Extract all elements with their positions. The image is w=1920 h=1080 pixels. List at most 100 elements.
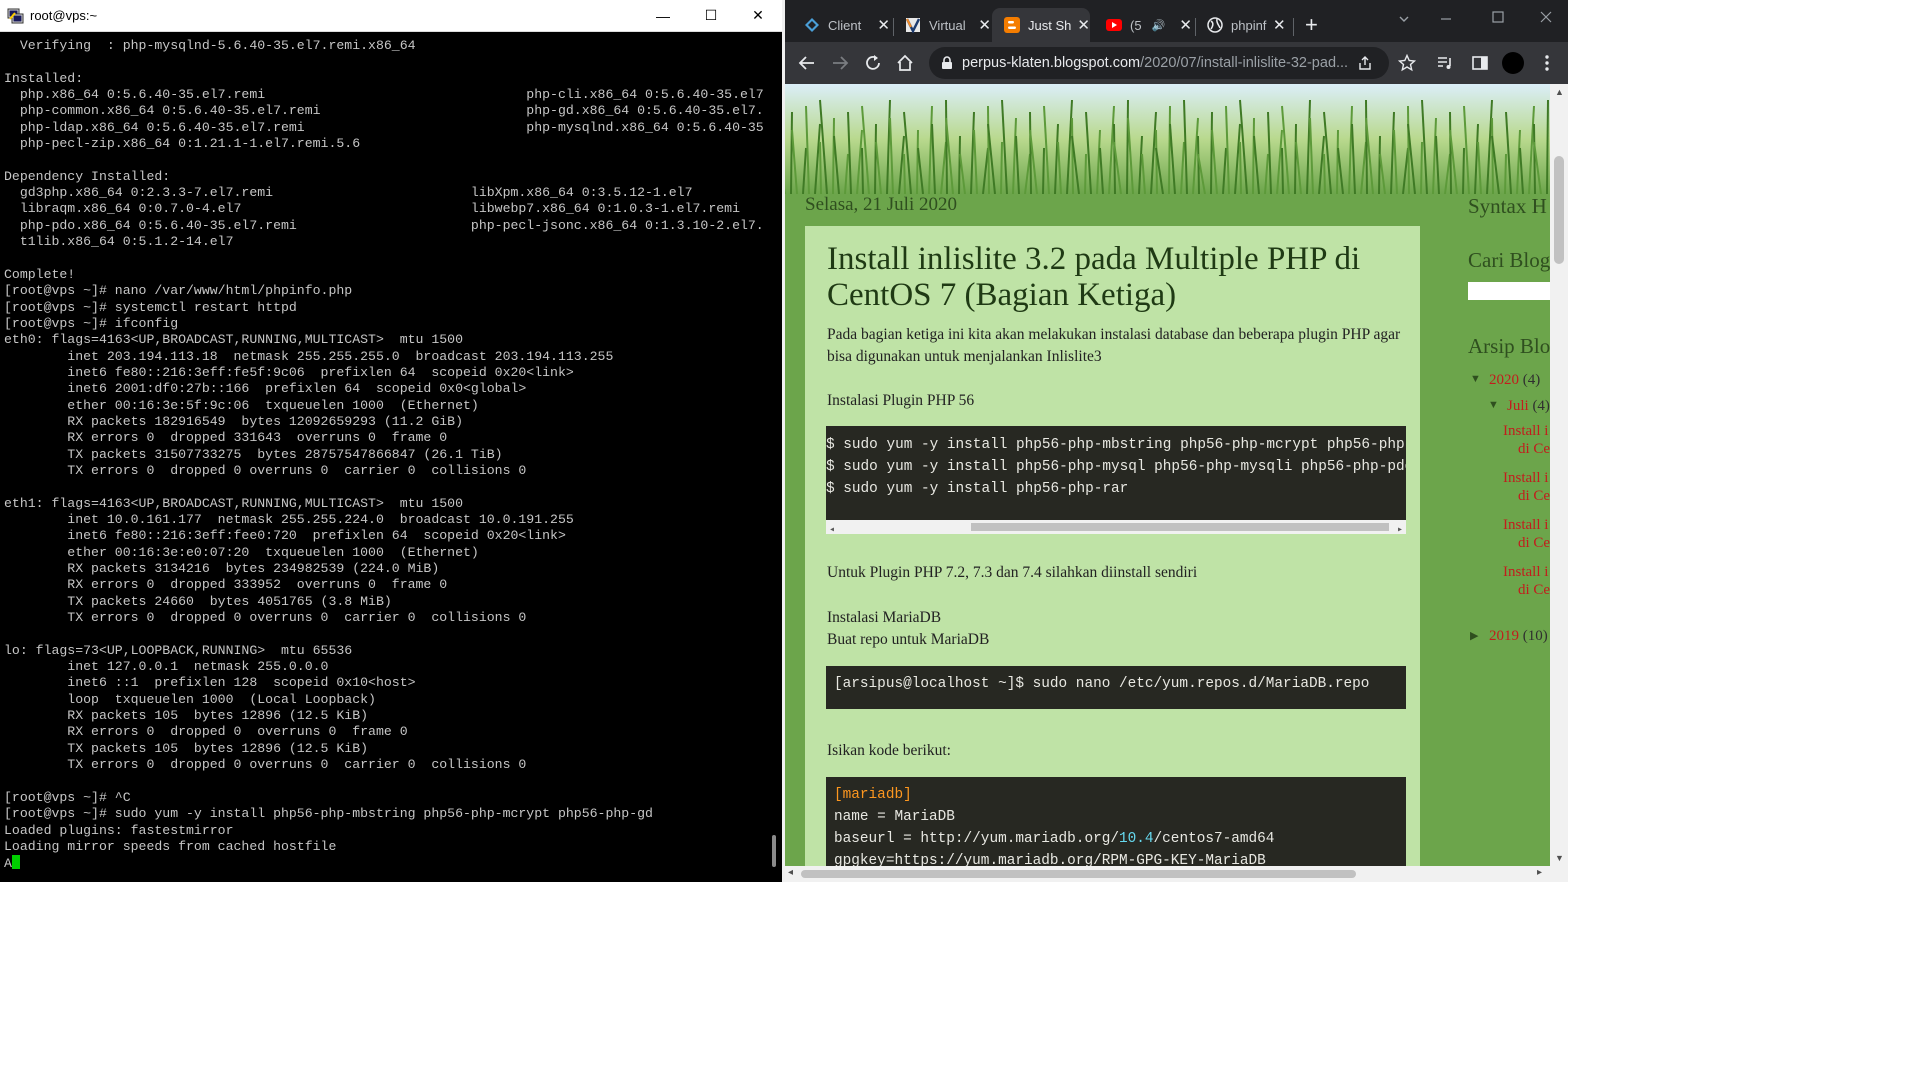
code-text: baseurl = http://yum.mariadb.org/ <box>834 831 1119 847</box>
terminal-line: Dependency Installed: <box>4 168 171 184</box>
terminal-line: TX packets 31507733275 bytes 28757547866… <box>4 446 503 462</box>
archive-year-2019[interactable]: 2019 (10) <box>1489 628 1548 645</box>
tab-phpinfo[interactable]: phpinf ✕ <box>1193 8 1293 42</box>
tab-virtualizor[interactable]: Virtual ✕ <box>891 8 991 42</box>
section-text: Buat repo untuk MariaDB <box>827 631 990 648</box>
bookmark-button[interactable] <box>1395 51 1419 75</box>
lock-icon[interactable] <box>941 56 953 70</box>
minimize-button[interactable]: — <box>640 0 686 31</box>
terminal-line: lo: flags=73<UP,LOOPBACK,RUNNING> mtu 65… <box>4 642 353 658</box>
maximize-icon: ☐ <box>704 7 718 23</box>
back-arrow-icon <box>798 56 814 70</box>
playlist-icon <box>1438 57 1451 69</box>
side-panel-button[interactable] <box>1468 51 1492 75</box>
code-number: 10.4 <box>1118 831 1154 847</box>
url-path: /2020/07/install-inlislite-32-pad... <box>1140 55 1349 71</box>
collapsed-arrow-icon[interactable]: ▶ <box>1470 629 1478 642</box>
scroll-right-icon[interactable]: ▸ <box>1397 520 1403 534</box>
minimize-icon[interactable] <box>1439 12 1453 26</box>
close-icon[interactable] <box>1539 10 1553 24</box>
maximize-button[interactable]: ☐ <box>688 0 734 31</box>
virtualizor-icon <box>905 18 921 33</box>
speaker-icon[interactable]: 🔊 <box>1152 19 1166 32</box>
more-vert-icon <box>1545 55 1549 71</box>
home-button[interactable] <box>893 51 917 75</box>
code-text: /centos7-amd64 <box>1153 831 1275 847</box>
scroll-down-icon[interactable]: ▼ <box>1555 853 1564 863</box>
terminal-scroll-thumb[interactable] <box>772 835 776 867</box>
terminal-line: inet 10.0.161.177 netmask 255.255.224.0 … <box>4 511 574 527</box>
section-text: Untuk Plugin PHP 7.2, 7.3 dan 7.4 silahk… <box>827 564 1198 581</box>
expanded-arrow-icon[interactable]: ▼ <box>1488 399 1499 411</box>
media-button[interactable] <box>1433 51 1457 75</box>
profile-button[interactable] <box>1501 51 1525 75</box>
terminal-line: php.x86_64 0:5.6.40-35.el7.remi php-cli.… <box>4 87 764 103</box>
page-scrollbar[interactable]: ▲ ▼ <box>1550 84 1568 866</box>
terminal-line: [root@vps ~]# nano /var/www/html/phpinfo… <box>4 283 353 299</box>
close-icon[interactable]: ✕ <box>978 16 991 34</box>
page-horizontal-scrollbar[interactable]: ◂ ▸ <box>785 866 1568 882</box>
terminal-line: libraqm.x86_64 0:0.7.0-4.el7 libwebp7.x8… <box>4 201 740 217</box>
maximize-icon[interactable] <box>1491 10 1505 24</box>
code-block-plugins[interactable]: $ sudo yum -y install php56-php-mbstring… <box>826 426 1406 534</box>
browser-toolbar: perpus-klaten.blogspot.com/2020/07/insta… <box>785 42 1568 84</box>
reload-button[interactable] <box>861 51 885 75</box>
sidebar-search-heading: Cari Blog <box>1468 248 1550 272</box>
blogger-icon <box>1004 17 1020 33</box>
code-scroll-thumb[interactable] <box>971 523 1389 531</box>
putty-icon <box>7 8 24 24</box>
archive-month-juli[interactable]: Juli (4) <box>1507 398 1550 415</box>
code-scrollbar[interactable]: ◂ ▸ <box>826 520 1406 534</box>
code-block-mariadb[interactable]: [mariadb] name = MariaDB baseurl = http:… <box>826 777 1406 866</box>
archive-post-link[interactable]: Install i di Ce <box>1503 563 1550 599</box>
tab-blogger[interactable]: Just Sh ✕ <box>992 8 1090 42</box>
close-icon[interactable]: ✕ <box>1077 16 1090 34</box>
archive-year-label: 2019 <box>1489 628 1519 644</box>
code-block-repo[interactable]: [arsipus@localhost ~]$ sudo nano /etc/yu… <box>826 666 1406 709</box>
scroll-left-icon[interactable]: ◂ <box>788 867 793 878</box>
address-bar[interactable]: perpus-klaten.blogspot.com/2020/07/insta… <box>929 47 1389 79</box>
terminal-line: loop txqueuelen 1000 (Local Loopback) <box>4 691 376 707</box>
tab-client[interactable]: Client ✕ <box>790 8 890 42</box>
scroll-right-icon[interactable]: ▸ <box>1537 867 1542 878</box>
page-hscroll-thumb[interactable] <box>801 870 1356 878</box>
archive-post-link[interactable]: Install i di Ce <box>1503 516 1550 552</box>
terminal-line: gd3php.x86_64 0:2.3.3-7.el7.remi libXpm.… <box>4 185 693 201</box>
code-line: baseurl = http://yum.mariadb.org/10.4/ce… <box>834 828 1406 850</box>
terminal-titlebar[interactable]: root@vps:~ — ☐ ✕ <box>0 0 782 32</box>
forward-button[interactable] <box>828 51 852 75</box>
minimize-icon: — <box>656 7 670 24</box>
url-host: perpus-klaten.blogspot.com <box>962 55 1141 71</box>
tab-search-icon[interactable] <box>1397 12 1411 26</box>
reload-icon <box>866 55 880 70</box>
terminal-line: eth0: flags=4163<UP,BROADCAST,RUNNING,MU… <box>4 332 463 348</box>
terminal-scrollbar[interactable] <box>764 32 782 882</box>
search-input[interactable] <box>1468 282 1550 300</box>
terminal-prompt-line[interactable]: A <box>4 855 764 871</box>
terminal-line: RX errors 0 dropped 333952 overruns 0 fr… <box>4 577 448 593</box>
terminal-output[interactable]: Verifying : php-mysqlnd-5.6.40-35.el7.re… <box>0 32 764 882</box>
new-tab-button[interactable]: + <box>1305 12 1318 38</box>
back-button[interactable] <box>795 51 819 75</box>
scroll-left-icon[interactable]: ◂ <box>829 520 835 534</box>
close-icon: ✕ <box>752 7 764 23</box>
menu-button[interactable] <box>1535 51 1559 75</box>
archive-post-link[interactable]: Install i di Ce <box>1503 469 1550 505</box>
close-icon[interactable]: ✕ <box>877 16 890 34</box>
close-button[interactable]: ✕ <box>735 0 781 31</box>
page-scroll-thumb[interactable] <box>1554 156 1564 264</box>
close-icon[interactable]: ✕ <box>1179 16 1192 34</box>
tab-youtube[interactable]: (5 🔊 ✕ <box>1092 8 1192 42</box>
code-line: $ sudo yum -y install php56-php-rar <box>826 481 1129 497</box>
terminal-line: php-common.x86_64 0:5.6.40-35.el7.remi p… <box>4 103 764 119</box>
expanded-arrow-icon[interactable]: ▼ <box>1470 373 1481 385</box>
close-icon[interactable]: ✕ <box>1273 16 1286 34</box>
scroll-up-icon[interactable]: ▲ <box>1555 87 1564 97</box>
archive-year-2020[interactable]: 2020 (4) <box>1489 372 1540 389</box>
share-icon[interactable] <box>1357 55 1373 71</box>
url-text[interactable]: perpus-klaten.blogspot.com/2020/07/insta… <box>962 55 1357 71</box>
archive-post-link[interactable]: Install i di Ce <box>1503 422 1550 458</box>
